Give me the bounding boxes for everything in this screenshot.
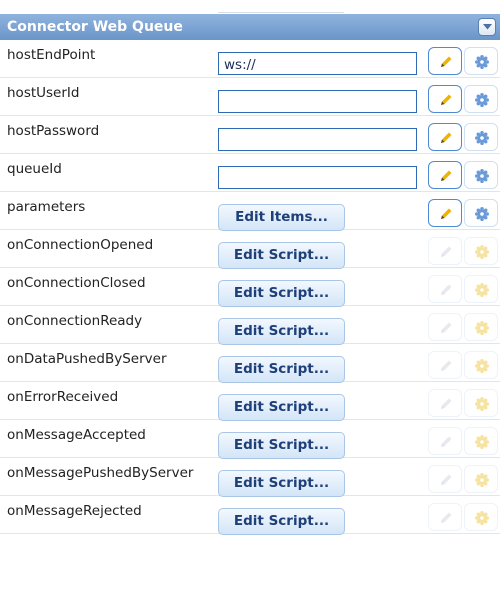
property-label: onErrorReceived — [7, 389, 119, 405]
edit-binding-button[interactable] — [428, 465, 462, 493]
gear-icon — [475, 131, 489, 145]
property-label: onConnectionOpened — [7, 237, 154, 253]
edit-binding-button[interactable] — [428, 85, 462, 113]
edit-binding-button[interactable] — [428, 47, 462, 75]
property-row: hostEndPoint — [0, 40, 500, 78]
property-settings-button[interactable] — [464, 161, 498, 189]
gear-icon — [475, 169, 489, 183]
property-row: onMessagePushedByServer Edit Script... — [0, 458, 500, 497]
property-label: onMessageAccepted — [7, 427, 146, 443]
property-settings-button[interactable] — [464, 85, 498, 113]
property-label: onDataPushedByServer — [7, 351, 167, 367]
property-settings-button[interactable] — [464, 351, 498, 379]
edit-binding-button[interactable] — [428, 313, 462, 341]
property-settings-button[interactable] — [464, 199, 498, 227]
property-settings-button[interactable] — [464, 427, 498, 455]
property-list: hostEndPoint hostUserId hostPassword queueI… — [0, 40, 500, 535]
edit-binding-button[interactable] — [428, 389, 462, 417]
property-settings-button[interactable] — [464, 275, 498, 303]
edit-script-button[interactable]: Edit Script... — [218, 394, 345, 421]
pencil-icon — [441, 132, 452, 143]
edit-script-button[interactable]: Edit Script... — [218, 508, 345, 535]
property-row: queueId — [0, 154, 500, 192]
property-row: onErrorReceived Edit Script... — [0, 382, 500, 421]
property-settings-button[interactable] — [464, 465, 498, 493]
edit-binding-button[interactable] — [428, 503, 462, 531]
pencil-icon — [441, 360, 452, 371]
property-label: queueId — [7, 161, 62, 177]
pencil-icon — [441, 246, 452, 257]
property-label: hostPassword — [7, 123, 100, 139]
edit-script-button[interactable]: Edit Script... — [218, 242, 345, 269]
property-row: hostPassword — [0, 116, 500, 154]
chevron-down-icon — [483, 24, 492, 30]
edit-binding-button[interactable] — [428, 427, 462, 455]
pencil-icon — [441, 284, 452, 295]
property-value-input[interactable] — [218, 166, 417, 189]
property-row: onConnectionClosed Edit Script... — [0, 268, 500, 307]
edit-script-button[interactable]: Edit Script... — [218, 318, 345, 345]
property-row: onMessageRejected Edit Script... — [0, 496, 500, 535]
property-settings-button[interactable] — [464, 503, 498, 531]
property-row: hostUserId — [0, 78, 500, 116]
property-label: onConnectionClosed — [7, 275, 146, 291]
gear-icon — [475, 473, 489, 487]
property-settings-button[interactable] — [464, 47, 498, 75]
collapse-button[interactable] — [478, 18, 496, 36]
property-label: onMessagePushedByServer — [7, 465, 194, 481]
gear-icon — [475, 283, 489, 297]
gear-icon — [475, 207, 489, 221]
gear-icon — [475, 245, 489, 259]
edit-script-button[interactable]: Edit Script... — [218, 470, 345, 497]
pencil-icon — [441, 322, 452, 333]
property-settings-button[interactable] — [464, 389, 498, 417]
property-label: onConnectionReady — [7, 313, 143, 329]
gear-icon — [475, 93, 489, 107]
property-settings-button[interactable] — [464, 237, 498, 265]
pencil-icon — [441, 436, 452, 447]
properties-panel: Connector Web Queue hostEndPoint hostUser… — [0, 14, 500, 604]
gear-icon — [475, 435, 489, 449]
edit-items-button[interactable]: Edit Items... — [218, 204, 345, 231]
property-label: onMessageRejected — [7, 503, 142, 519]
panel-header: Connector Web Queue — [0, 14, 500, 40]
property-row: onDataPushedByServer Edit Script... — [0, 344, 500, 383]
edit-binding-button[interactable] — [428, 275, 462, 303]
pencil-icon — [441, 474, 452, 485]
edit-binding-button[interactable] — [428, 237, 462, 265]
panel-title: Connector Web Queue — [7, 19, 183, 35]
gear-icon — [475, 511, 489, 525]
property-row: parameters Edit Items... — [0, 192, 500, 231]
edit-binding-button[interactable] — [428, 199, 462, 227]
property-value-input[interactable] — [218, 128, 417, 151]
property-label: hostUserId — [7, 85, 80, 101]
pencil-icon — [441, 208, 452, 219]
pencil-icon — [441, 94, 452, 105]
pencil-icon — [441, 512, 452, 523]
edit-script-button[interactable]: Edit Script... — [218, 432, 345, 459]
property-settings-button[interactable] — [464, 313, 498, 341]
top-scrap-divider — [218, 0, 344, 13]
edit-script-button[interactable]: Edit Script... — [218, 280, 345, 307]
property-row: onConnectionOpened Edit Script... — [0, 230, 500, 269]
property-row: onConnectionReady Edit Script... — [0, 306, 500, 345]
gear-icon — [475, 359, 489, 373]
property-row: onMessageAccepted Edit Script... — [0, 420, 500, 459]
gear-icon — [475, 321, 489, 335]
pencil-icon — [441, 170, 452, 181]
edit-binding-button[interactable] — [428, 351, 462, 379]
pencil-icon — [441, 56, 452, 67]
edit-script-button[interactable]: Edit Script... — [218, 356, 345, 383]
property-value-input[interactable] — [218, 52, 417, 75]
property-value-input[interactable] — [218, 90, 417, 113]
edit-binding-button[interactable] — [428, 123, 462, 151]
edit-binding-button[interactable] — [428, 161, 462, 189]
gear-icon — [475, 55, 489, 69]
gear-icon — [475, 397, 489, 411]
pencil-icon — [441, 398, 452, 409]
property-settings-button[interactable] — [464, 123, 498, 151]
property-label: hostEndPoint — [7, 47, 96, 63]
property-label: parameters — [7, 199, 86, 215]
